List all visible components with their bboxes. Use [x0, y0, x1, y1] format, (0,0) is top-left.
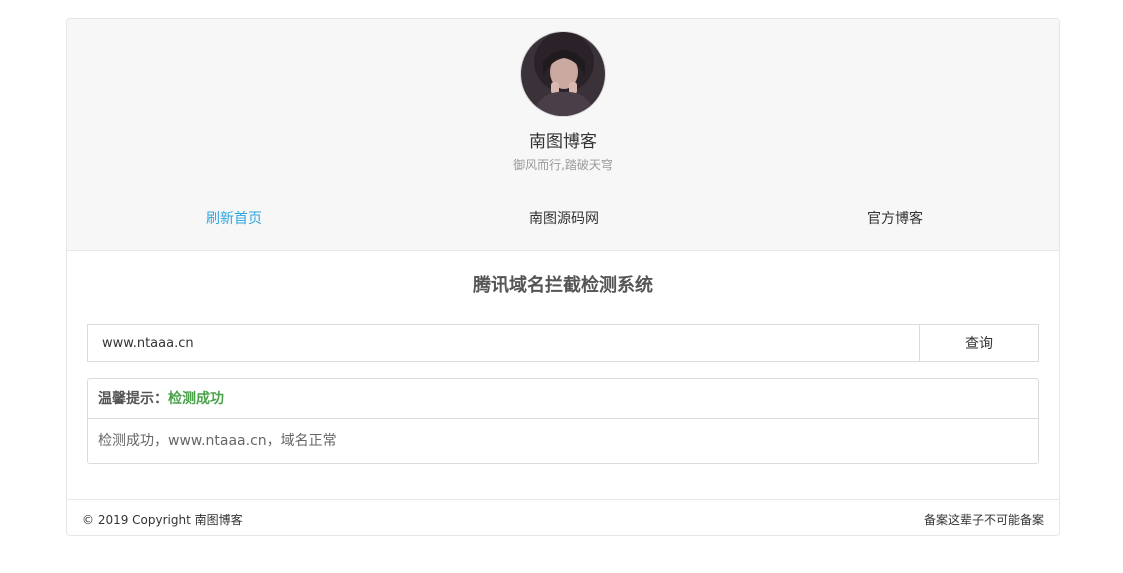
nav-official-blog[interactable]: 官方博客 — [795, 205, 995, 233]
result-header: 温馨提示：检测成功 — [88, 379, 1038, 419]
result-message: 检测成功，www.ntaaa.cn，域名正常 — [98, 433, 337, 449]
domain-input[interactable] — [88, 325, 919, 361]
search-bar: 查询 — [87, 324, 1039, 362]
site-subtitle: 御风而行,踏破天穹 — [513, 158, 613, 172]
copyright-text: © 2019 Copyright 南图博客 — [82, 513, 243, 527]
site-title: 南图博客 — [529, 132, 597, 152]
nav-refresh-home[interactable]: 刷新首页 — [134, 205, 334, 233]
result-prefix: 温馨提示： — [98, 391, 168, 407]
header: 南图博客 御风而行,踏破天穹 刷新首页 南图源码网 官方博客 — [67, 19, 1059, 251]
result-status: 检测成功 — [168, 391, 224, 407]
avatar — [520, 31, 606, 117]
result-panel: 温馨提示：检测成功 检测成功，www.ntaaa.cn，域名正常 — [87, 378, 1039, 464]
icp-link[interactable]: 备案这辈子不可能备案 — [924, 511, 1044, 528]
query-button[interactable]: 查询 — [919, 325, 1038, 361]
nav-source-site[interactable]: 南图源码网 — [464, 205, 664, 233]
main-card: 南图博客 御风而行,踏破天穹 刷新首页 南图源码网 官方博客 腾讯域名拦截检测系… — [66, 18, 1060, 536]
top-nav: 刷新首页 南图源码网 官方博客 — [67, 205, 1059, 233]
footer: © 2019 Copyright 南图博客 备案这辈子不可能备案 — [67, 499, 1059, 535]
page-title: 腾讯域名拦截检测系统 — [473, 275, 653, 296]
